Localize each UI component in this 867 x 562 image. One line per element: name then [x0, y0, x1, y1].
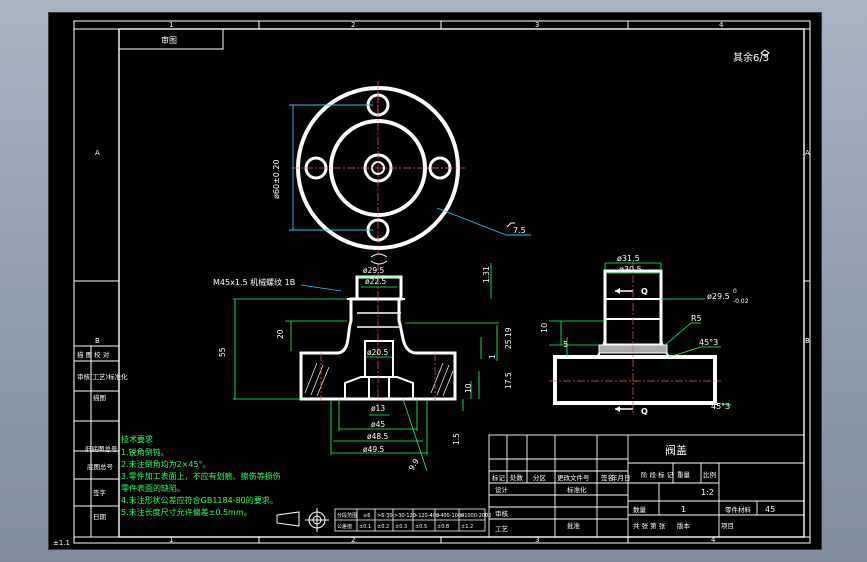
zone-row-b-right: B: [805, 337, 810, 345]
tb-qty-label: 数量: [633, 505, 647, 514]
side-dim: ø31.5: [617, 254, 640, 263]
tb-role-right: 标准化: [567, 485, 587, 494]
front-height: 25.19: [504, 327, 513, 349]
tb-version: 版本: [677, 521, 691, 530]
zone-row-a-right: A: [805, 149, 810, 157]
tb-header: 更改文件号: [557, 473, 590, 482]
section-mark: Q: [641, 407, 648, 416]
tb-stage: 阶 段 标 记: [641, 470, 674, 479]
tech-requirements: 技术要求 1.锐角倒钝。 2.未注倒角均为2×45°。 3.零件加工表面上，不应…: [121, 434, 281, 517]
zone-col-2-bottom: 2: [351, 536, 355, 544]
front-height: 10: [464, 383, 473, 393]
tb-weight: 重量: [677, 471, 691, 479]
zone-row-a-left: A: [95, 149, 100, 157]
front-dim: ø29.5: [363, 266, 385, 275]
part-name: 阀盖: [665, 443, 687, 457]
tol-cell: ±0.3: [395, 524, 407, 530]
front-dim: ø45: [371, 420, 385, 429]
left-strip-label: 审核(工艺)标准化: [77, 372, 128, 381]
side-height: 10: [540, 323, 549, 333]
tol-cell: >30-120: [394, 513, 416, 519]
tb-header: 处数: [510, 473, 524, 482]
left-strip-label: 签字: [93, 488, 107, 497]
tol-cell: ±0.2: [377, 524, 389, 530]
side-tol-lower: -0.02: [733, 298, 749, 305]
tb-header: 分区: [533, 473, 547, 482]
left-strip-label: 描图: [93, 393, 106, 402]
chamfer-label: 45°3: [699, 338, 718, 347]
zone-col-2: 2: [351, 21, 355, 29]
front-height: 20: [276, 329, 285, 339]
chamfer-label: 45°3: [711, 402, 730, 411]
scale-note: ±1.1: [53, 539, 70, 547]
tb-role-right: 批准: [567, 521, 581, 530]
tech-title: 技术要求: [121, 434, 153, 444]
tech-item: 4.未注形状公差应符合GB1184-80的要求。: [121, 495, 278, 505]
tb-header: 标记: [492, 473, 506, 482]
tol-cell: 分段范围: [337, 512, 357, 519]
tol-cell: >1000-2000: [460, 513, 491, 519]
front-dim: ø20.5: [367, 348, 389, 357]
front-dim: ø22.5: [365, 277, 387, 286]
hole-depth-label: 7.5: [513, 226, 526, 235]
tb-header: 年月日: [611, 473, 631, 482]
side-view: ø31.5 ø30.5 ø29.5 0 -0.02 Q Q R5 45°3 45…: [540, 254, 749, 416]
tol-cell: ±0.8: [437, 524, 449, 530]
tol-cell: >6-30: [377, 513, 393, 519]
tb-scale-label: 比例: [703, 470, 716, 479]
tb-role: 审核: [495, 509, 509, 518]
thread-label: M45x1.5 机械螺纹 1B: [213, 277, 295, 287]
left-strip-label: 日期: [93, 513, 107, 521]
tb-role: 设计: [495, 485, 509, 494]
front-height: 17.5: [504, 372, 513, 389]
left-strip-label: 描 图 校 对: [77, 350, 110, 359]
front-height: 9.9: [407, 457, 421, 472]
front-height: 55: [218, 347, 227, 357]
zone-col-1-bottom: 1: [169, 536, 173, 544]
tech-item: 2.未注倒角均为2×45°。: [121, 459, 211, 469]
front-height: 1: [488, 354, 497, 359]
tol-cell: ≤6: [363, 513, 370, 519]
top-view: ø60±0.20 7.5: [272, 81, 531, 255]
tol-cell: 公差值: [337, 523, 352, 530]
section-mark: Q: [641, 287, 648, 296]
tech-item: 零件表面的缺陷。: [121, 483, 185, 493]
side-dim: ø30.5: [619, 265, 642, 274]
tech-item: 5.未注长度尺寸允许偏差±0.5mm。: [121, 507, 252, 517]
front-dim: ø49.5: [363, 445, 385, 454]
zone-col-1: 1: [169, 21, 173, 29]
sheet-count: 其余6/3: [733, 51, 769, 64]
zone-col-4: 4: [719, 21, 724, 29]
tb-scale: 1:2: [701, 488, 714, 497]
front-dim: ø13: [371, 404, 385, 413]
left-strip-label: 旧底图总号: [85, 444, 118, 453]
tol-cell: ±0.5: [415, 524, 427, 530]
tb-qty: 1: [681, 505, 686, 514]
front-dim: ø48.5: [367, 432, 389, 441]
tech-item: 1.锐角倒钝。: [121, 447, 169, 457]
front-view: ø29.5 ø22.5 ø20.5 ø13 ø45 ø48.5 ø49.5 1.…: [213, 253, 513, 472]
projection-symbol: [276, 508, 329, 532]
tb-role: 工艺: [495, 525, 509, 533]
tb-material: 45: [765, 505, 775, 514]
top-box-label: 审图: [161, 35, 177, 45]
side-tol-upper: 0: [733, 288, 737, 295]
tol-cell: ±0.1: [359, 524, 371, 530]
engineering-drawing: 1 2 3 4 1 2 3 4 A B A B ±1.1 审图 其余6/3 描 …: [53, 20, 811, 547]
front-height: 1.5: [452, 433, 461, 445]
cad-viewport[interactable]: 1 2 3 4 1 2 3 4 A B A B ±1.1 审图 其余6/3 描 …: [48, 12, 822, 550]
top-dia-label: ø60±0.20: [272, 159, 281, 199]
zone-row-b-left: B: [95, 337, 100, 345]
side-height: 5: [563, 340, 568, 349]
tol-cell: ±1.2: [461, 524, 473, 530]
tb-sheet: 共 张 第 张: [633, 521, 666, 530]
tech-item: 3.零件加工表面上，不应有划痕、擦伤等损伤: [121, 471, 281, 481]
radius-label: R5: [691, 314, 702, 323]
zone-col-3: 3: [535, 21, 539, 29]
tb-material-label: 零件材料: [725, 505, 752, 514]
left-strip-label: 底图总号: [87, 462, 114, 471]
front-height: 1.31: [482, 266, 491, 283]
tb-project: 项目: [721, 522, 734, 530]
side-dim: ø29.5: [707, 292, 730, 301]
